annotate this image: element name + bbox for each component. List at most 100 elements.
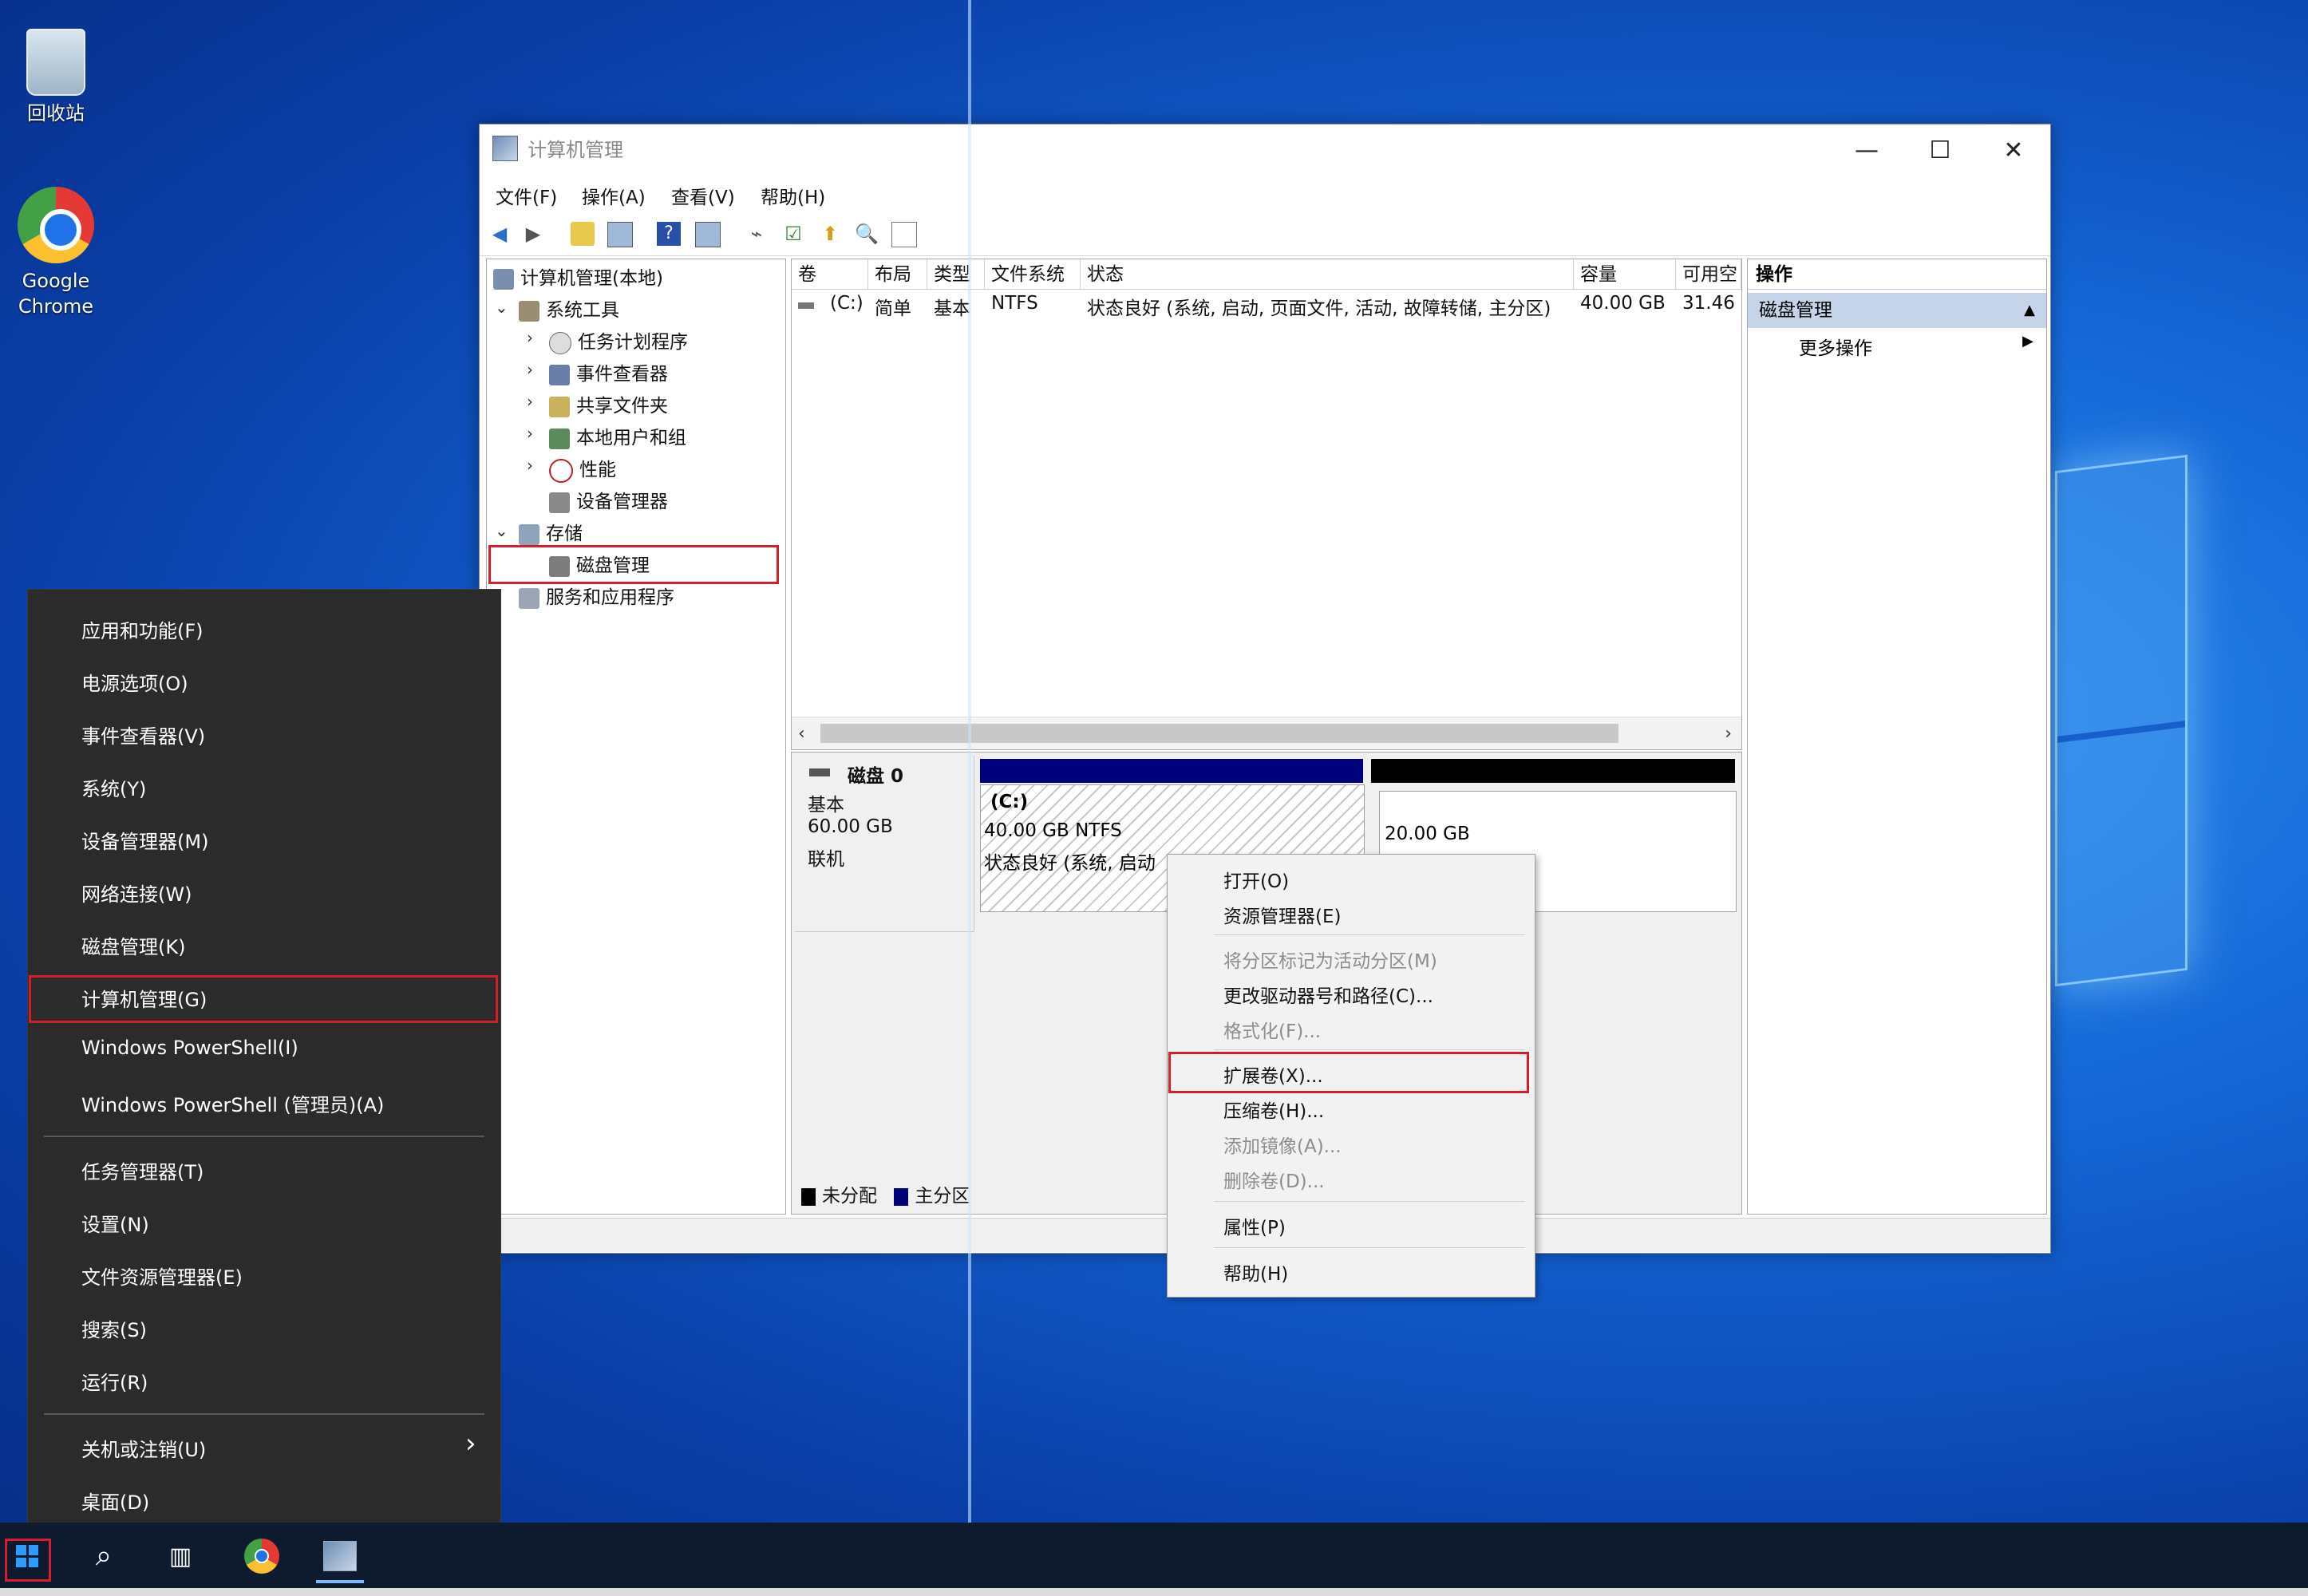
help-icon[interactable]: ? [657, 222, 681, 246]
chevron-down-icon[interactable]: ⌄ [495, 298, 508, 317]
chevron-right-icon: › [465, 1428, 476, 1460]
scrollbar-thumb[interactable] [820, 724, 1618, 743]
power-item-task-manager[interactable]: 任务管理器(T) [81, 1156, 204, 1184]
tree-item-shared-folders[interactable]: 共享文件夹 [549, 390, 668, 417]
performance-label: 性能 [579, 460, 616, 480]
menu-action[interactable]: 操作(A) [582, 182, 646, 209]
power-item-system[interactable]: 系统(Y) [81, 773, 146, 801]
legend-primary-swatch [894, 1187, 909, 1206]
tree-item-disk-management[interactable]: 磁盘管理 [549, 550, 650, 577]
menu-item-help[interactable]: 帮助(H) [1223, 1258, 1288, 1286]
tree-item-device-manager[interactable]: 设备管理器 [549, 486, 668, 513]
menu-separator [1214, 1201, 1525, 1202]
chevron-right-icon[interactable]: › [527, 392, 533, 411]
storage-icon [519, 523, 539, 545]
tree-item-event-viewer[interactable]: 事件查看器 [549, 358, 668, 385]
tree-item-storage[interactable]: 存储 [519, 518, 583, 545]
power-item-file-explorer[interactable]: 文件资源管理器(E) [81, 1262, 243, 1290]
forward-icon[interactable]: ▶ [521, 222, 545, 246]
power-item-search[interactable]: 搜索(S) [81, 1314, 147, 1342]
tree-item-local-users[interactable]: 本地用户和组 [549, 422, 686, 449]
actions-section-disk-management[interactable]: 磁盘管理 ▲ [1748, 293, 2046, 328]
column-header-capacity[interactable]: 容量 [1574, 259, 1676, 290]
tree-item-performance[interactable]: 性能 [549, 454, 616, 483]
menu-item-extend-volume[interactable]: 扩展卷(X)... [1223, 1061, 1323, 1088]
disk-management-label: 磁盘管理 [576, 555, 650, 576]
desktop-icon-chrome[interactable]: Google Chrome [0, 187, 112, 319]
tree-item-system-tools[interactable]: 系统工具 [519, 294, 619, 322]
cell-volume: (C:) [830, 293, 864, 314]
scroll-right-icon[interactable]: › [1725, 724, 1732, 744]
up-arrow-icon[interactable]: ⬆ [818, 222, 842, 246]
power-item-run[interactable]: 运行(R) [81, 1367, 148, 1395]
column-header-status[interactable]: 状态 [1081, 259, 1574, 290]
properties-icon[interactable] [891, 222, 917, 247]
power-item-power-options[interactable]: 电源选项(O) [81, 668, 188, 696]
power-item-event-viewer[interactable]: 事件查看器(V) [81, 721, 205, 749]
unallocated-size: 20.00 GB [1385, 824, 1470, 844]
menu-item-open[interactable]: 打开(O) [1223, 866, 1289, 893]
shared-folders-label: 共享文件夹 [576, 396, 668, 417]
back-icon[interactable]: ◀ [488, 222, 512, 246]
chevron-right-icon[interactable]: › [527, 360, 533, 379]
disk-0-info[interactable]: 磁盘 0 基本 60.00 GB 联机 [795, 756, 974, 932]
performance-icon [549, 458, 573, 483]
tree-item-root[interactable]: 计算机管理(本地) [493, 263, 663, 290]
desktop-icon-recycle-bin[interactable]: 回收站 [0, 29, 112, 126]
menu-view[interactable]: 查看(V) [671, 182, 735, 209]
checklist-icon[interactable]: ☑ [781, 222, 805, 246]
chrome-label-line2: Chrome [18, 295, 94, 318]
power-item-apps-features[interactable]: 应用和功能(F) [81, 615, 204, 643]
menu-item-explorer[interactable]: 资源管理器(E) [1223, 901, 1341, 928]
search-folder-icon[interactable]: 🔍 [855, 222, 879, 246]
minimize-button[interactable]: — [1830, 124, 1903, 176]
power-item-settings[interactable]: 设置(N) [81, 1209, 149, 1237]
menu-item-properties[interactable]: 属性(P) [1223, 1212, 1286, 1239]
power-item-powershell[interactable]: Windows PowerShell(I) [81, 1037, 298, 1059]
column-header-type[interactable]: 类型 [927, 259, 985, 290]
more-actions[interactable]: 更多操作 ▶ [1799, 333, 2033, 360]
maximize-button[interactable]: ☐ [1903, 124, 1977, 176]
chevron-right-icon[interactable]: › [527, 328, 533, 347]
menu-item-mark-active[interactable]: 将分区标记为活动分区(M) [1223, 946, 1437, 973]
menu-item-change-drive-letter[interactable]: 更改驱动器号和路径(C)... [1223, 981, 1433, 1008]
search-icon[interactable]: ⌕ [80, 1532, 128, 1580]
chevron-down-icon[interactable]: ⌄ [495, 521, 508, 540]
horizontal-scrollbar[interactable]: ‹ › [792, 717, 1741, 749]
computer-management-taskbar-icon[interactable] [316, 1532, 364, 1583]
menu-item-format[interactable]: 格式化(F)... [1223, 1016, 1321, 1043]
computer-icon [493, 268, 514, 290]
task-view-icon[interactable]: ▥ [156, 1532, 204, 1580]
show-tree-icon[interactable] [607, 222, 633, 247]
tree-item-services[interactable]: 服务和应用程序 [519, 582, 674, 609]
menu-file[interactable]: 文件(F) [496, 182, 557, 209]
menu-item-shrink-volume[interactable]: 压缩卷(H)... [1223, 1096, 1324, 1123]
menu-item-add-mirror[interactable]: 添加镜像(A)... [1223, 1131, 1342, 1158]
scroll-left-icon[interactable]: ‹ [798, 724, 805, 744]
bottom-strip [0, 1588, 2308, 1596]
connect-icon[interactable]: ⌁ [745, 222, 769, 246]
power-item-device-manager[interactable]: 设备管理器(M) [81, 826, 208, 854]
column-header-free[interactable]: 可用空 [1676, 259, 1741, 290]
menu-help[interactable]: 帮助(H) [761, 182, 825, 209]
power-item-disk-management[interactable]: 磁盘管理(K) [81, 931, 185, 959]
tree-item-task-scheduler[interactable]: 任务计划程序 [549, 326, 688, 354]
column-header-filesystem[interactable]: 文件系统 [985, 259, 1081, 290]
up-folder-icon[interactable] [571, 222, 595, 246]
column-header-layout[interactable]: 布局 [868, 259, 927, 290]
power-item-desktop[interactable]: 桌面(D) [81, 1487, 149, 1515]
close-button[interactable]: ✕ [1977, 124, 2050, 176]
collapse-up-icon[interactable]: ▲ [2024, 293, 2035, 328]
menu-item-delete-volume[interactable]: 删除卷(D)... [1223, 1166, 1325, 1193]
power-item-powershell-admin[interactable]: Windows PowerShell (管理员)(A) [81, 1089, 384, 1117]
chrome-taskbar-icon[interactable] [238, 1532, 286, 1580]
start-button[interactable] [5, 1532, 49, 1580]
chevron-right-icon[interactable]: › [527, 456, 533, 475]
power-item-network[interactable]: 网络连接(W) [81, 879, 192, 907]
column-header-volume[interactable]: 卷 [792, 259, 868, 290]
power-item-computer-management[interactable]: 计算机管理(G) [81, 984, 207, 1012]
chevron-right-icon[interactable]: › [527, 424, 533, 443]
action-pane-icon[interactable] [695, 222, 721, 247]
power-item-shutdown[interactable]: 关机或注销(U) [81, 1434, 206, 1462]
cell-free: 31.46 [1682, 293, 1735, 314]
